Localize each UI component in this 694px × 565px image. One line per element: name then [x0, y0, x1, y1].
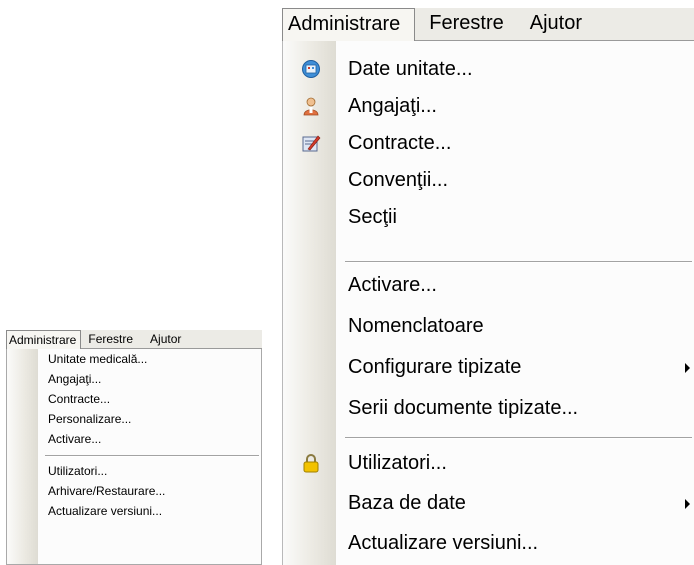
menu-item-label: Convenţii...	[348, 169, 449, 191]
menu-item-label: Utilizatori...	[48, 464, 108, 478]
menu-administrare[interactable]: Administrare	[282, 8, 416, 41]
menu-item-arhivare-restaurare[interactable]: Arhivare/Restaurare...	[7, 481, 261, 501]
menu-item-nomenclatoare[interactable]: Nomenclatoare	[283, 308, 694, 345]
menu-item-actualizare-versiuni[interactable]: Actualizare versiuni...	[7, 501, 261, 521]
menu-item-label: Baza de date	[348, 492, 466, 514]
menu-item-activare[interactable]: Activare...	[283, 267, 694, 304]
menu-item-label: Personalizare...	[48, 412, 132, 426]
dropdown-menu: Unitate medicală... Angajaţi... Contract…	[6, 349, 262, 565]
menu-item-utilizatori[interactable]: Utilizatori...	[283, 445, 694, 482]
menu-item-label: Activare...	[48, 432, 102, 446]
menu-separator	[45, 455, 259, 457]
menu-item-label: Nomenclatoare	[348, 315, 484, 337]
large-menu: Administrare Ferestre Ajutor Date unitat…	[282, 0, 694, 565]
menu-ferestre[interactable]: Ferestre	[81, 330, 138, 348]
building-info-icon	[302, 60, 320, 78]
dropdown-menu: Date unitate... Angajaţi... Contracte...…	[282, 41, 694, 565]
menu-item-label: Actualizare versiuni...	[48, 504, 163, 518]
submenu-arrow-icon	[685, 499, 690, 509]
menu-item-conventii[interactable]: Convenţii...	[283, 162, 694, 199]
menu-item-label: Angajaţi...	[348, 95, 437, 117]
menu-administrare[interactable]: Administrare	[6, 330, 82, 349]
submenu-arrow-icon	[685, 363, 690, 373]
menubar: Administrare Ferestre Ajutor	[282, 8, 694, 41]
menu-item-label: Utilizatori...	[348, 452, 447, 474]
menu-item-date-unitate[interactable]: Date unitate...	[283, 51, 694, 88]
menu-item-label: Contracte...	[48, 392, 111, 406]
menu-ajutor[interactable]: Ajutor	[138, 330, 186, 348]
menu-item-baza-de-date[interactable]: Baza de date	[283, 485, 694, 522]
menu-separator	[345, 261, 692, 263]
menu-ajutor[interactable]: Ajutor	[518, 8, 594, 40]
menu-item-sectii[interactable]: Secţii	[283, 199, 694, 236]
menu-item-contracte[interactable]: Contracte...	[7, 389, 261, 409]
menu-item-label: Arhivare/Restaurare...	[48, 484, 166, 498]
menu-item-actualizare-versiuni[interactable]: Actualizare versiuni...	[283, 525, 694, 562]
person-icon	[303, 97, 319, 116]
menu-item-label: Serii documente tipizate...	[348, 397, 579, 419]
menu-item-configurare-tipizate[interactable]: Configurare tipizate	[283, 349, 694, 386]
menu-item-angajati[interactable]: Angajaţi...	[7, 369, 261, 389]
menu-item-angajati[interactable]: Angajaţi...	[283, 88, 694, 125]
menu-item-personalizare[interactable]: Personalizare...	[7, 409, 261, 429]
menu-item-label: Angajaţi...	[48, 372, 102, 386]
menu-item-label: Contracte...	[348, 132, 452, 154]
menu-item-label: Actualizare versiuni...	[348, 532, 539, 554]
menu-item-utilizatori[interactable]: Utilizatori...	[7, 461, 261, 481]
menu-item-label: Configurare tipizate	[348, 356, 522, 378]
menubar: Administrare Ferestre Ajutor	[6, 330, 262, 349]
menu-item-contracte[interactable]: Contracte...	[283, 125, 694, 162]
menu-item-label: Activare...	[348, 274, 437, 296]
menu-item-label: Unitate medicală...	[48, 352, 148, 366]
document-edit-icon	[302, 135, 321, 152]
menu-item-label: Date unitate...	[348, 58, 473, 80]
menu-item-activare[interactable]: Activare...	[7, 429, 261, 449]
lock-icon	[303, 454, 319, 473]
menu-item-unitate-medicala[interactable]: Unitate medicală...	[7, 349, 261, 369]
menu-ferestre[interactable]: Ferestre	[415, 8, 517, 40]
menu-separator	[345, 437, 692, 439]
menu-item-serii-documente-tipizate[interactable]: Serii documente tipizate...	[283, 390, 694, 427]
menu-item-label: Secţii	[348, 206, 397, 228]
small-menu: Administrare Ferestre Ajutor Unitate med…	[6, 330, 262, 565]
